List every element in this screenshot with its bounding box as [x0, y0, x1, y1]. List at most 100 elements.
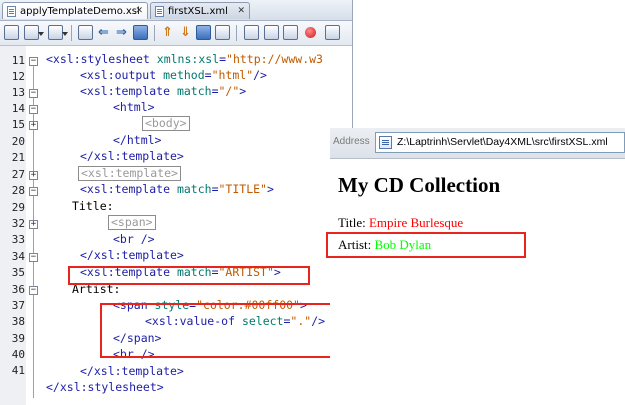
toggle-icon[interactable]: [283, 25, 298, 40]
code-value: "TITLE": [218, 182, 267, 196]
code-eq: =: [204, 68, 212, 82]
folded-block[interactable]: <xsl:template>: [78, 166, 181, 181]
code-line-12[interactable]: <xsl:output method="html"/>: [80, 68, 267, 82]
toolbar-separator: [236, 25, 237, 41]
line-number: 29: [11, 201, 25, 214]
line-number: 33: [11, 233, 25, 246]
tab-firstxsl-xml[interactable]: firstXSL.xml ✕: [150, 2, 250, 19]
collapse-icon[interactable]: −: [29, 57, 38, 66]
title-label: Title:: [338, 215, 369, 230]
collapse-icon[interactable]: −: [29, 286, 38, 295]
line-number: 34: [11, 250, 25, 263]
line-number: 41: [11, 364, 25, 377]
code-tag: <xsl:template: [80, 84, 177, 98]
file-icon: [155, 6, 164, 17]
code-tag-close: >: [239, 84, 247, 98]
close-icon[interactable]: ✕: [135, 3, 143, 20]
up-icon[interactable]: ⇑: [160, 25, 175, 40]
code-eq: =: [219, 52, 227, 66]
folded-block[interactable]: <span>: [108, 215, 156, 230]
code-line-29[interactable]: Title:: [72, 199, 114, 213]
page-icon: [379, 136, 392, 149]
line-number: 39: [11, 332, 25, 345]
line-number: 36: [11, 283, 25, 296]
collapse-icon[interactable]: −: [29, 187, 38, 196]
down-icon[interactable]: ⇓: [178, 25, 193, 40]
collapse-icon[interactable]: −: [29, 89, 38, 98]
toggle-icon[interactable]: [215, 25, 230, 40]
line-number: 12: [11, 70, 25, 83]
page-heading: My CD Collection: [338, 173, 501, 197]
address-input[interactable]: Z:\Laptrinh\Servlet\Day4XML\src\firstXSL…: [375, 132, 625, 153]
line-number: 13: [11, 86, 25, 99]
code-value: "html": [211, 68, 254, 82]
browser-window: Address Z:\Laptrinh\Servlet\Day4XML\src\…: [326, 128, 625, 405]
expand-icon[interactable]: +: [29, 220, 38, 229]
run-icon[interactable]: [325, 25, 340, 40]
fold-guide: [33, 66, 34, 398]
code-line-42[interactable]: </xsl:stylesheet>: [46, 380, 164, 394]
code-tag-close: />: [253, 68, 267, 82]
collapse-icon[interactable]: −: [29, 253, 38, 262]
dropdown-icon[interactable]: [264, 25, 279, 40]
file-icon: [7, 6, 16, 17]
code-line-15[interactable]: <body>: [142, 116, 190, 131]
code-line-33[interactable]: <br />: [113, 232, 155, 246]
code-line-28[interactable]: <xsl:template match="TITLE">: [80, 182, 274, 196]
code-line-32[interactable]: <span>: [108, 215, 156, 230]
code-line-27[interactable]: <xsl:template>: [78, 166, 181, 181]
address-label: Address: [333, 136, 370, 147]
back-icon[interactable]: ⇐: [96, 25, 111, 40]
line-number: 21: [11, 151, 25, 164]
fold-column: − − − + + − + − −: [26, 46, 39, 405]
close-icon[interactable]: ✕: [237, 3, 245, 20]
line-number: 40: [11, 348, 25, 361]
code-tag-close: >: [266, 182, 274, 196]
code-tag: <xsl:template: [80, 182, 177, 196]
dropdown-icon[interactable]: [24, 25, 44, 40]
forward-icon[interactable]: ⇒: [114, 25, 129, 40]
xsl-editor-window: applyTemplateDemo.xsl ✕ firstXSL.xml ✕ ⇐…: [0, 0, 353, 405]
line-number: 28: [11, 184, 25, 197]
stop-icon[interactable]: [305, 27, 316, 38]
expand-icon[interactable]: +: [29, 171, 38, 180]
tab-label: firstXSL.xml: [168, 6, 228, 17]
code-line-14[interactable]: <html>: [113, 100, 155, 114]
code-line-13[interactable]: <xsl:template match="/">: [80, 84, 246, 98]
run-icon[interactable]: [196, 25, 211, 40]
code-attr: match: [176, 84, 212, 98]
line-number: 14: [11, 102, 25, 115]
line-number: 38: [11, 315, 25, 328]
collapse-icon[interactable]: −: [29, 105, 38, 114]
code-line-21[interactable]: </xsl:template>: [80, 149, 184, 163]
code-eq: =: [211, 182, 219, 196]
toolbar-separator: [71, 25, 72, 41]
folded-block[interactable]: <body>: [142, 116, 190, 131]
expand-icon[interactable]: +: [29, 121, 38, 130]
address-value[interactable]: Z:\Laptrinh\Servlet\Day4XML\src\firstXSL…: [397, 136, 608, 148]
line-number: 37: [11, 299, 25, 312]
code-line-34[interactable]: </xsl:template>: [80, 248, 184, 262]
line-number: 32: [11, 217, 25, 230]
code-line-41[interactable]: </xsl:template>: [80, 364, 184, 378]
title-value: Empire Burlesque: [368, 215, 464, 230]
code-value: "/": [218, 84, 240, 98]
address-bar: Address Z:\Laptrinh\Servlet\Day4XML\src\…: [330, 128, 625, 159]
code-tag: <xsl:output: [80, 68, 164, 82]
save-icon[interactable]: [4, 25, 19, 40]
line-number-gutter: 11 12 13 14 15 20 21 27 28 29 32 33 34 3…: [0, 46, 27, 405]
code-line-20[interactable]: </html>: [113, 133, 161, 147]
code-attr: method: [163, 68, 205, 82]
find-icon[interactable]: [244, 25, 259, 40]
line-number: 35: [11, 266, 25, 279]
tab-applytemplatedemo-xsl[interactable]: applyTemplateDemo.xsl ✕: [2, 2, 148, 19]
code-attr: match: [176, 182, 212, 196]
dropdown-icon[interactable]: [48, 25, 68, 40]
line-number: 20: [11, 135, 25, 148]
code-line-11[interactable]: <xsl:stylesheet xmlns:xsl="http://www.w3: [46, 52, 323, 66]
line-number: 11: [11, 54, 25, 67]
code-eq: =: [211, 84, 219, 98]
find-icon[interactable]: [78, 25, 93, 40]
toggle-icon[interactable]: [133, 25, 148, 40]
title-line: Title: Empire Burlesque: [338, 215, 463, 231]
